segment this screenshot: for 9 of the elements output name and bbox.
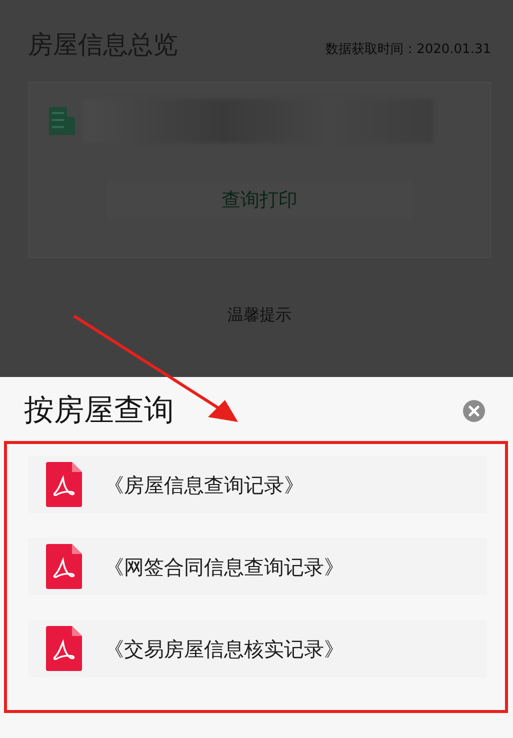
document-item[interactable]: 《交易房屋信息核实记录》 xyxy=(28,620,487,677)
sheet-title: 按房屋查询 xyxy=(24,393,174,429)
document-item[interactable]: 《房屋信息查询记录》 xyxy=(28,456,487,513)
pdf-icon xyxy=(46,544,82,589)
close-icon[interactable] xyxy=(463,400,485,422)
document-item[interactable]: 《网签合同信息查询记录》 xyxy=(28,538,487,595)
building-icon xyxy=(49,107,75,135)
pdf-icon xyxy=(46,462,82,507)
pdf-icon xyxy=(46,626,82,671)
